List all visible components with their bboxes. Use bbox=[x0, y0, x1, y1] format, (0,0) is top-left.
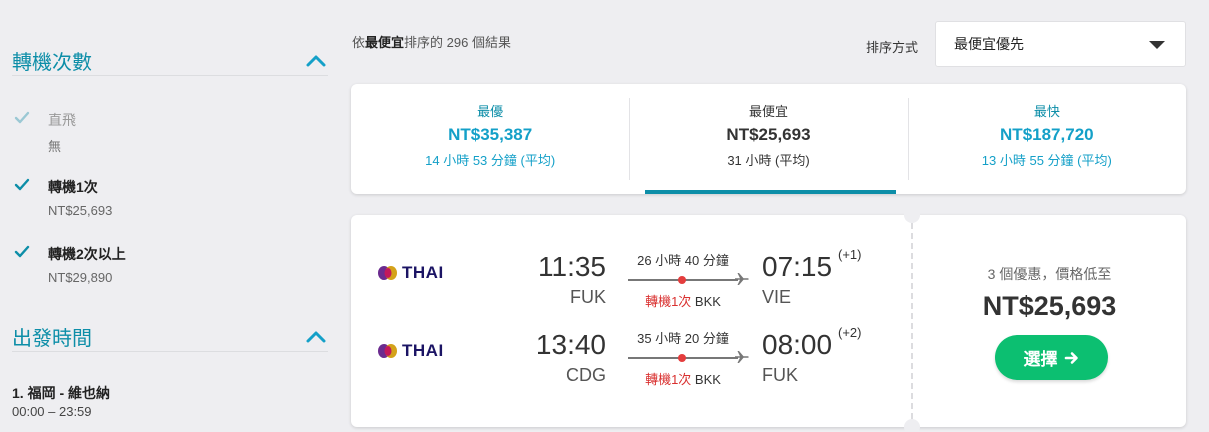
tab-cheapest-price: NT$25,693 bbox=[726, 125, 811, 144]
tab-best[interactable]: 最優 NT$35,387 14 小時 53 分鐘 (平均) bbox=[351, 84, 629, 194]
stops-filter-header[interactable]: 轉機次數 bbox=[12, 46, 328, 76]
ticket-notch bbox=[904, 419, 920, 432]
chevron-up-icon[interactable] bbox=[304, 327, 328, 347]
filter-one-stop[interactable]: 轉機1次 NT$25,693 bbox=[12, 175, 328, 219]
stop-dot bbox=[678, 354, 686, 362]
sort-label: 排序方式 bbox=[866, 40, 919, 55]
tab-fastest-duration: 13 小時 55 分鐘 (平均) bbox=[981, 153, 1112, 168]
chevron-up-icon[interactable] bbox=[304, 51, 328, 71]
airline-name: THAI bbox=[402, 263, 444, 282]
results-sort-emphasis: 最便宜 bbox=[365, 35, 405, 50]
day-offset: (+1) bbox=[838, 247, 862, 262]
ticket-notch bbox=[904, 207, 920, 223]
tab-best-name: 最優 bbox=[477, 104, 504, 119]
two-plus-stops-price: NT$29,890 bbox=[48, 270, 113, 285]
filter-sidebar: 轉機次數 直飛 無 轉機1次 NT$25,693 轉機2次以上 NT$29,89… bbox=[0, 0, 340, 432]
thai-airways-logo-icon bbox=[378, 344, 397, 358]
thai-airways-logo-icon bbox=[378, 266, 397, 280]
results-suffix: 排序的 296 個結果 bbox=[404, 35, 511, 50]
departure-time: 11:35 bbox=[538, 251, 606, 282]
plane-icon bbox=[735, 351, 749, 363]
sort-tabs: 最優 NT$35,387 14 小時 53 分鐘 (平均) 最便宜 NT$25,… bbox=[351, 84, 1186, 194]
filter-two-plus-stops[interactable]: 轉機2次以上 NT$29,890 bbox=[12, 242, 328, 286]
results-prefix: 依 bbox=[352, 35, 366, 50]
tab-cheapest-name: 最便宜 bbox=[748, 104, 788, 119]
arrow-right-icon bbox=[1064, 351, 1078, 364]
stops-count: 轉機1次 bbox=[645, 372, 692, 387]
plane-icon bbox=[735, 273, 749, 285]
sort-dropdown[interactable]: 最便宜優先 bbox=[935, 21, 1186, 67]
day-offset: (+2) bbox=[838, 325, 862, 340]
departure-time: 13:40 bbox=[535, 329, 606, 360]
select-button[interactable]: 選擇 bbox=[995, 335, 1108, 380]
stop-dot bbox=[678, 276, 686, 284]
tab-fastest[interactable]: 最快 NT$187,720 13 小時 55 分鐘 (平均) bbox=[907, 84, 1186, 194]
via-airport: BKK bbox=[694, 372, 721, 387]
arrival-airport: VIE bbox=[762, 287, 792, 307]
departure-airport: FUK bbox=[570, 287, 606, 307]
via-airport: BKK bbox=[694, 294, 721, 309]
flight-leg-return: THAI 13:40 CDG 35 小時 20 分鐘 轉機1次 BKK 08:0… bbox=[351, 325, 911, 395]
tab-cheapest[interactable]: 最便宜 NT$25,693 31 小時 (平均) bbox=[629, 84, 907, 194]
departure-filter-title: 出發時間 bbox=[12, 328, 92, 350]
airline-logo: THAI bbox=[377, 263, 444, 283]
one-stop-checkbox[interactable] bbox=[12, 175, 32, 195]
deal-count: 3 個優惠，價格低至 bbox=[987, 266, 1112, 282]
sort-selected-value: 最便宜優先 bbox=[954, 36, 1024, 52]
arrival-time: 07:15 bbox=[762, 251, 833, 282]
one-stop-price: NT$25,693 bbox=[48, 203, 113, 218]
tab-fastest-price: NT$187,720 bbox=[1000, 125, 1094, 144]
tab-best-price: NT$35,387 bbox=[448, 125, 533, 144]
airline-name: THAI bbox=[402, 341, 444, 360]
filter-nonstop[interactable]: 直飛 無 bbox=[12, 108, 328, 154]
tab-cheapest-duration: 31 小時 (平均) bbox=[727, 153, 810, 168]
nonstop-label: 直飛 bbox=[48, 112, 76, 128]
departure-airport: CDG bbox=[566, 365, 606, 385]
select-button-label: 選擇 bbox=[1023, 350, 1058, 369]
departure-filter-header[interactable]: 出發時間 bbox=[12, 322, 328, 352]
departure-time-range: 00:00 – 23:59 bbox=[12, 404, 92, 419]
airline-logo: THAI bbox=[377, 341, 444, 361]
nonstop-checkbox[interactable] bbox=[12, 108, 32, 128]
stops-filter-title: 轉機次數 bbox=[12, 52, 92, 74]
departure-route-name: 1. 福岡 - 維也納 bbox=[12, 385, 111, 401]
flight-duration: 35 小時 20 分鐘 bbox=[637, 331, 729, 346]
one-stop-label: 轉機1次 bbox=[48, 179, 98, 195]
flight-result-card[interactable]: THAI 11:35 FUK 26 小時 40 分鐘 轉機1次 BKK 07:1… bbox=[351, 207, 1186, 432]
check-icon bbox=[14, 245, 30, 258]
flight-leg-outbound: THAI 11:35 FUK 26 小時 40 分鐘 轉機1次 BKK 07:1… bbox=[351, 247, 911, 317]
arrival-time: 08:00 bbox=[762, 329, 833, 360]
caret-down-icon bbox=[1149, 41, 1165, 49]
result-price: NT$25,693 bbox=[982, 291, 1117, 321]
arrival-airport: FUK bbox=[762, 365, 798, 385]
tab-fastest-name: 最快 bbox=[1033, 104, 1060, 119]
check-icon bbox=[14, 178, 30, 191]
two-plus-stops-checkbox[interactable] bbox=[12, 242, 32, 262]
stops-count: 轉機1次 bbox=[645, 294, 692, 309]
flight-duration: 26 小時 40 分鐘 bbox=[637, 253, 729, 268]
stops-info: 轉機1次 BKK bbox=[623, 291, 743, 310]
results-count: 依最便宜排序的 296 個結果 bbox=[352, 32, 511, 51]
tab-best-duration: 14 小時 53 分鐘 (平均) bbox=[425, 153, 556, 168]
two-plus-stops-label: 轉機2次以上 bbox=[48, 246, 126, 262]
stops-info: 轉機1次 BKK bbox=[623, 369, 743, 388]
check-icon bbox=[14, 111, 30, 124]
nonstop-price: 無 bbox=[48, 139, 62, 154]
